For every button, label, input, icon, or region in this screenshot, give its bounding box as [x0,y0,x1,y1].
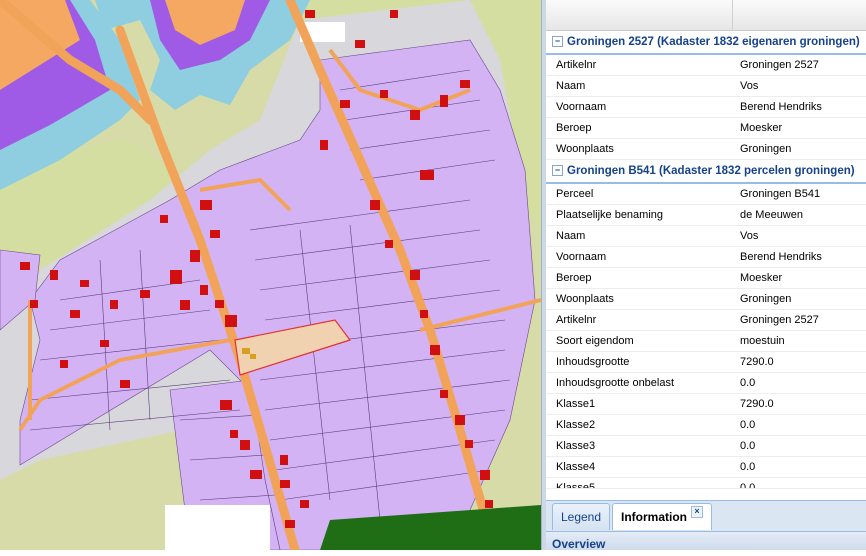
row-key: Naam [556,230,586,242]
overview-title: Overview [552,537,606,551]
table-row: Artikelnr Groningen 2527 [546,55,866,76]
group-header[interactable]: − Groningen 2527 (Kadaster 1832 eigenaren… [546,31,866,55]
map-canvas[interactable] [0,0,541,550]
close-icon[interactable]: × [691,506,703,518]
row-key: Artikelnr [556,314,597,326]
row-value: Berend Hendriks [740,101,822,113]
row-value: 7290.0 [740,356,774,368]
row-value: Groningen B541 [740,188,821,200]
row-value: Vos [740,80,759,92]
row-value: Berend Hendriks [740,251,822,263]
group-title: Groningen 2527 (Kadaster 1832 eigenaren … [567,36,860,48]
row-value: Groningen [740,293,792,305]
table-row: Perceel Groningen B541 [546,184,866,205]
row-value: Groningen 2527 [740,59,819,71]
table-row: Voornaam Berend Hendriks [546,97,866,118]
row-value: 0.0 [740,482,756,489]
row-value: moestuin [740,335,785,347]
group-title: Groningen B541 (Kadaster 1832 percelen g… [567,165,855,177]
parcel-marker [250,354,256,359]
row-value: 7290.0 [740,398,774,410]
table-row: Klasse2 0.0 [546,415,866,436]
table-row: Artikelnr Groningen 2527 [546,310,866,331]
row-value: Moesker [740,272,783,284]
row-value: 0.0 [740,461,756,473]
table-row: Beroep Moesker [546,118,866,139]
table-row: Voornaam Berend Hendriks [546,247,866,268]
row-value: de Meeuwen [740,209,803,221]
row-key: Klasse1 [556,398,596,410]
table-row: Klasse3 0.0 [546,436,866,457]
collapse-icon[interactable]: − [552,36,563,48]
row-key: Beroep [556,272,592,284]
row-value: Moesker [740,122,783,134]
row-value: 0.0 [740,440,756,452]
row-key: Klasse2 [556,419,596,431]
row-key: Woonplaats [556,143,614,155]
table-row: Plaatselijke benaming de Meeuwen [546,205,866,226]
tab-information[interactable]: Information × [612,503,712,530]
table-row: Inhoudsgrootte 7290.0 [546,352,866,373]
table-row: Klasse4 0.0 [546,457,866,478]
row-value: Vos [740,230,759,242]
tab-legend[interactable]: Legend [552,503,610,530]
group-header[interactable]: − Groningen B541 (Kadaster 1832 percelen … [546,160,866,184]
row-key: Klasse5 [556,482,596,489]
table-row: Inhoudsgrootte onbelast 0.0 [546,373,866,394]
row-key: Naam [556,80,586,92]
row-value: Groningen [740,143,792,155]
property-grid: − Groningen 2527 (Kadaster 1832 eigenaren… [546,31,866,500]
map-view[interactable] [0,0,541,550]
table-row: Woonplaats Groningen [546,289,866,310]
row-key: Voornaam [556,251,607,263]
table-row: Beroep Moesker [546,268,866,289]
row-key: Voornaam [556,101,607,113]
row-value: Groningen 2527 [740,314,819,326]
parcel-marker [242,348,250,354]
tab-bar: Legend Information × [546,500,866,531]
information-panel: − Groningen 2527 (Kadaster 1832 eigenaren… [546,0,866,551]
grid-column-header-name[interactable] [546,0,733,30]
tab-label: Legend [560,510,602,524]
row-key: Beroep [556,122,592,134]
row-key: Inhoudsgrootte onbelast [556,377,675,389]
collapse-icon[interactable]: − [552,165,563,177]
table-row: Klasse1 7290.0 [546,394,866,415]
table-row: Naam Vos [546,226,866,247]
row-key: Plaatselijke benaming [556,209,664,221]
table-row: Woonplaats Groningen [546,139,866,160]
table-row: Klasse5 0.0 [546,478,866,489]
row-key: Klasse3 [556,440,596,452]
table-row: Naam Vos [546,76,866,97]
row-key: Inhoudsgrootte [556,356,630,368]
row-key: Artikelnr [556,59,597,71]
row-key: Soort eigendom [556,335,634,347]
row-key: Woonplaats [556,293,614,305]
row-value: 0.0 [740,419,756,431]
tab-label: Information [621,510,687,524]
row-key: Klasse4 [556,461,596,473]
overview-panel-header[interactable]: Overview [546,531,866,551]
grid-header [546,0,866,31]
table-row: Soort eigendom moestuin [546,331,866,352]
row-key: Perceel [556,188,594,200]
open-area-south [165,505,270,550]
row-value: 0.0 [740,377,756,389]
